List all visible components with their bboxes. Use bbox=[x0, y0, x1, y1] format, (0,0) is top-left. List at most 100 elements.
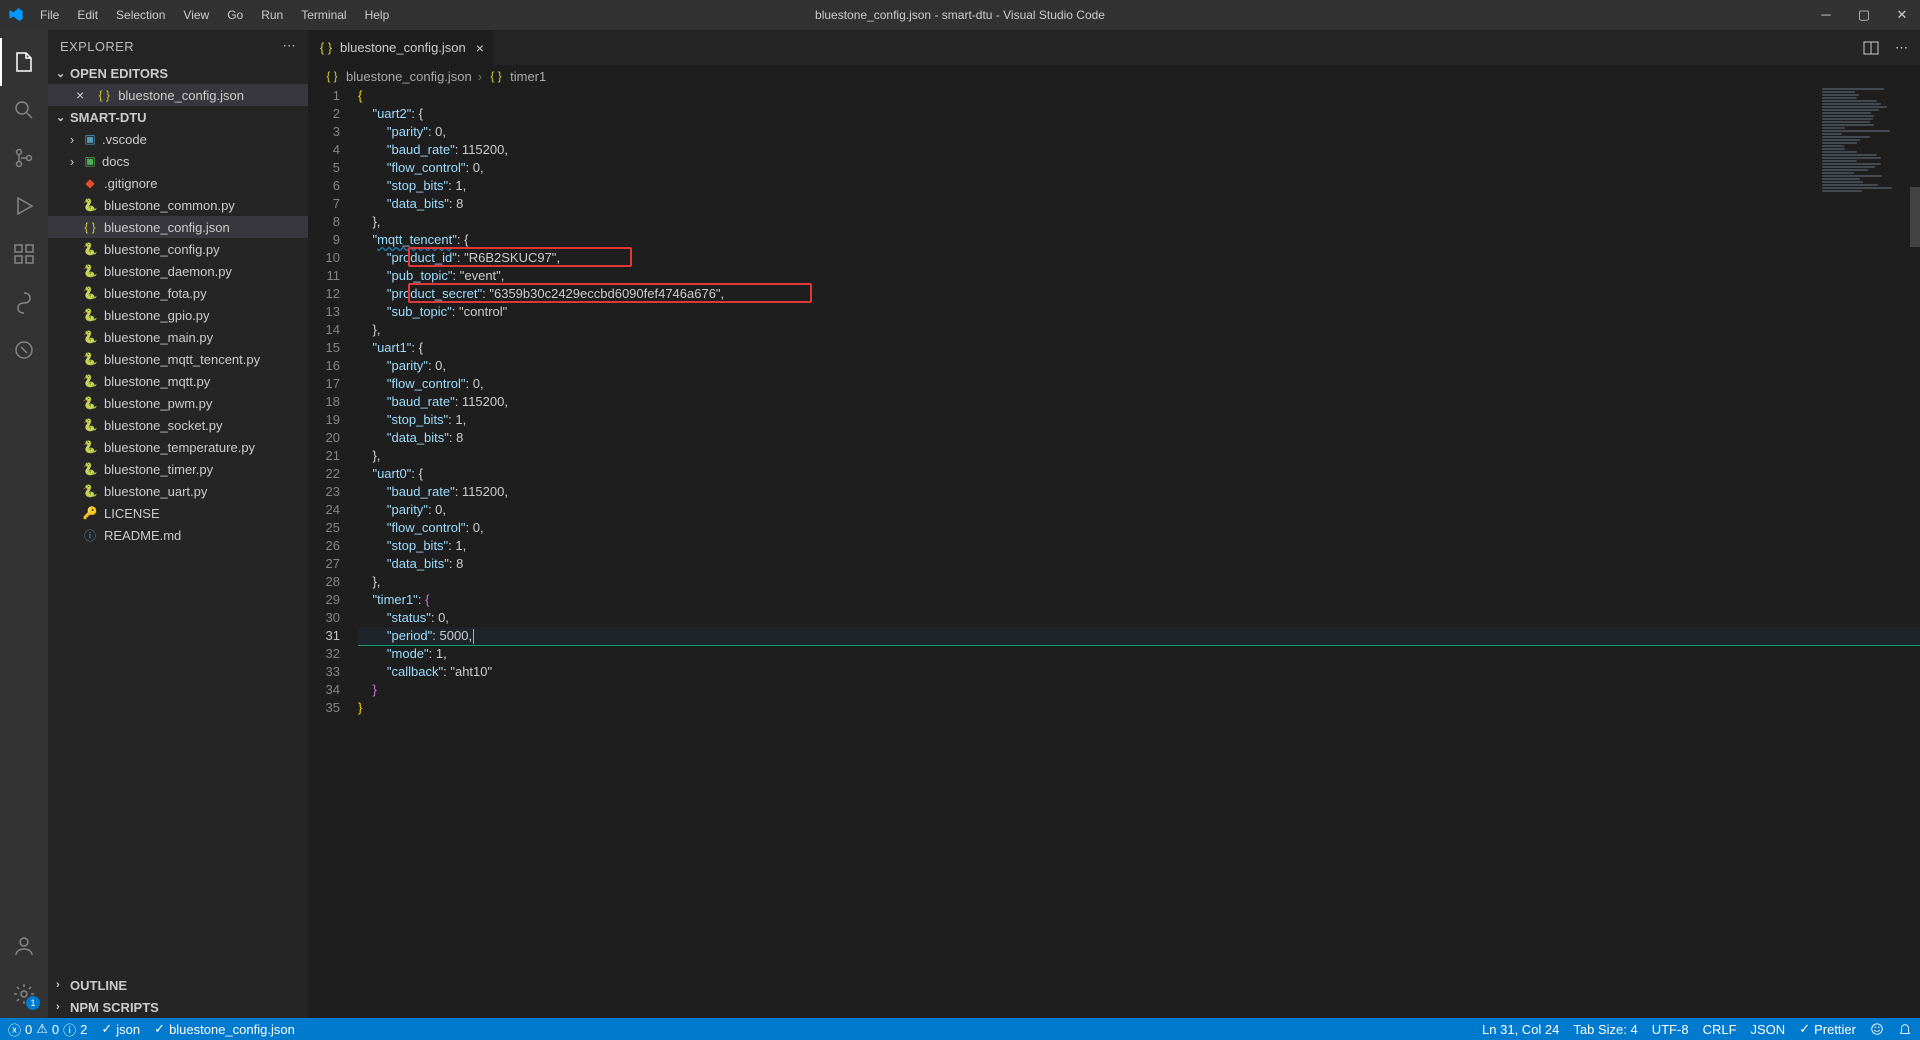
menu-help[interactable]: Help bbox=[357, 4, 398, 26]
eol[interactable]: CRLF bbox=[1703, 1022, 1737, 1037]
code-line[interactable]: "baud_rate": 115200, bbox=[358, 483, 1920, 501]
encoding[interactable]: UTF-8 bbox=[1652, 1022, 1689, 1037]
notifications-icon[interactable] bbox=[1898, 1022, 1912, 1036]
code-line[interactable]: "baud_rate": 115200, bbox=[358, 393, 1920, 411]
code-line[interactable]: "product_id": "R6B2SKUC97", bbox=[358, 249, 1920, 267]
code-line[interactable]: "flow_control": 0, bbox=[358, 519, 1920, 537]
code-line[interactable]: "parity": 0, bbox=[358, 501, 1920, 519]
folder-item[interactable]: ›▣.vscode bbox=[48, 128, 308, 150]
minimap[interactable] bbox=[1816, 87, 1906, 407]
file-item[interactable]: 🐍bluestone_gpio.py bbox=[48, 304, 308, 326]
breadcrumb-symbol[interactable]: timer1 bbox=[510, 69, 546, 84]
json-status[interactable]: ✓ json bbox=[101, 1021, 140, 1037]
file-item[interactable]: 🐍bluestone_timer.py bbox=[48, 458, 308, 480]
code-line[interactable]: "stop_bits": 1, bbox=[358, 411, 1920, 429]
code-line[interactable]: } bbox=[358, 681, 1920, 699]
menu-run[interactable]: Run bbox=[253, 4, 291, 26]
file-item[interactable]: 🐍bluestone_socket.py bbox=[48, 414, 308, 436]
menu-edit[interactable]: Edit bbox=[69, 4, 106, 26]
cursor-position[interactable]: Ln 31, Col 24 bbox=[1482, 1022, 1559, 1037]
source-control-icon[interactable] bbox=[0, 134, 48, 182]
file-item[interactable]: 🐍bluestone_pwm.py bbox=[48, 392, 308, 414]
extensions-icon[interactable] bbox=[0, 230, 48, 278]
maximize-button[interactable]: ▢ bbox=[1854, 7, 1874, 23]
accounts-icon[interactable] bbox=[0, 922, 48, 970]
code-line[interactable]: "flow_control": 0, bbox=[358, 375, 1920, 393]
code-line[interactable]: }, bbox=[358, 447, 1920, 465]
run-debug-icon[interactable] bbox=[0, 182, 48, 230]
prettier-status[interactable]: ✓ Prettier bbox=[1799, 1021, 1856, 1037]
sidebar-more-icon[interactable]: ⋯ bbox=[283, 38, 296, 54]
code-line[interactable]: "flow_control": 0, bbox=[358, 159, 1920, 177]
code-line[interactable]: }, bbox=[358, 573, 1920, 591]
file-item[interactable]: 🐍bluestone_uart.py bbox=[48, 480, 308, 502]
menu-view[interactable]: View bbox=[175, 4, 217, 26]
code-line[interactable]: "period": 5000, bbox=[358, 627, 1920, 645]
menu-file[interactable]: File bbox=[32, 4, 67, 26]
close-icon[interactable]: × bbox=[76, 87, 84, 103]
outline-section[interactable]: › OUTLINE bbox=[48, 974, 308, 996]
code-line[interactable]: "data_bits": 8 bbox=[358, 429, 1920, 447]
file-item[interactable]: 🐍bluestone_config.py bbox=[48, 238, 308, 260]
code-line[interactable]: "parity": 0, bbox=[358, 357, 1920, 375]
file-item[interactable]: 🐍bluestone_main.py bbox=[48, 326, 308, 348]
problems-status[interactable]: ⓧ0 ⚠0 ⓘ2 bbox=[8, 1020, 87, 1039]
editor[interactable]: 1234567891011121314151617181920212223242… bbox=[308, 87, 1920, 1018]
breadcrumb-file[interactable]: bluestone_config.json bbox=[346, 69, 472, 84]
menu-selection[interactable]: Selection bbox=[108, 4, 173, 26]
code-line[interactable]: "timer1": { bbox=[358, 591, 1920, 609]
code-line[interactable]: }, bbox=[358, 321, 1920, 339]
language-mode[interactable]: JSON bbox=[1751, 1022, 1786, 1037]
tab-bluestone-config[interactable]: { } bluestone_config.json × bbox=[308, 30, 495, 65]
tab-close-icon[interactable]: × bbox=[476, 40, 484, 56]
circle-icon[interactable] bbox=[0, 326, 48, 374]
code-line[interactable]: "uart0": { bbox=[358, 465, 1920, 483]
code-line[interactable]: "pub_topic": "event", bbox=[358, 267, 1920, 285]
file-item[interactable]: ⓘREADME.md bbox=[48, 524, 308, 546]
file-item[interactable]: 🐍bluestone_mqtt_tencent.py bbox=[48, 348, 308, 370]
breadcrumb[interactable]: { } bluestone_config.json › { } timer1 bbox=[308, 65, 1920, 87]
more-actions-icon[interactable]: ⋯ bbox=[1895, 40, 1908, 56]
open-editors-section[interactable]: ⌄ OPEN EDITORS bbox=[48, 62, 308, 84]
file-item[interactable]: 🐍bluestone_mqtt.py bbox=[48, 370, 308, 392]
code-line[interactable]: } bbox=[358, 699, 1920, 717]
file-item[interactable]: ◆.gitignore bbox=[48, 172, 308, 194]
file-item[interactable]: 🐍bluestone_common.py bbox=[48, 194, 308, 216]
quecpython-icon[interactable] bbox=[0, 278, 48, 326]
search-icon[interactable] bbox=[0, 86, 48, 134]
settings-icon[interactable]: 1 bbox=[0, 970, 48, 1018]
code-line[interactable]: "data_bits": 8 bbox=[358, 195, 1920, 213]
code-line[interactable]: "status": 0, bbox=[358, 609, 1920, 627]
code-line[interactable]: "uart1": { bbox=[358, 339, 1920, 357]
file-item[interactable]: 🔑LICENSE bbox=[48, 502, 308, 524]
feedback-icon[interactable] bbox=[1870, 1022, 1884, 1036]
close-button[interactable]: ✕ bbox=[1892, 7, 1912, 23]
code-line[interactable]: "mqtt_tencent": { bbox=[358, 231, 1920, 249]
split-editor-icon[interactable] bbox=[1863, 40, 1879, 56]
vertical-scrollbar[interactable] bbox=[1906, 87, 1920, 1018]
explorer-icon[interactable] bbox=[0, 38, 48, 86]
menu-go[interactable]: Go bbox=[219, 4, 251, 26]
code-line[interactable]: "stop_bits": 1, bbox=[358, 537, 1920, 555]
code-line[interactable]: "mode": 1, bbox=[358, 645, 1920, 663]
file-item[interactable]: 🐍bluestone_fota.py bbox=[48, 282, 308, 304]
code-line[interactable]: }, bbox=[358, 213, 1920, 231]
file-item[interactable]: { }bluestone_config.json bbox=[48, 216, 308, 238]
open-editor-item[interactable]: × { } bluestone_config.json bbox=[48, 84, 308, 106]
code-line[interactable]: "sub_topic": "control" bbox=[358, 303, 1920, 321]
code-line[interactable]: "uart2": { bbox=[358, 105, 1920, 123]
file-item[interactable]: 🐍bluestone_daemon.py bbox=[48, 260, 308, 282]
file-status[interactable]: ✓ bluestone_config.json bbox=[154, 1021, 295, 1037]
code-line[interactable]: "stop_bits": 1, bbox=[358, 177, 1920, 195]
code-line[interactable]: "product_secret": "6359b30c2429eccbd6090… bbox=[358, 285, 1920, 303]
minimize-button[interactable]: ─ bbox=[1816, 7, 1836, 23]
workspace-section[interactable]: ⌄ SMART-DTU bbox=[48, 106, 308, 128]
code-line[interactable]: { bbox=[358, 87, 1920, 105]
npm-scripts-section[interactable]: › NPM SCRIPTS bbox=[48, 996, 308, 1018]
code-line[interactable]: "parity": 0, bbox=[358, 123, 1920, 141]
code-line[interactable]: "data_bits": 8 bbox=[358, 555, 1920, 573]
menu-terminal[interactable]: Terminal bbox=[293, 4, 354, 26]
folder-item[interactable]: ›▣docs bbox=[48, 150, 308, 172]
file-item[interactable]: 🐍bluestone_temperature.py bbox=[48, 436, 308, 458]
code-line[interactable]: "callback": "aht10" bbox=[358, 663, 1920, 681]
